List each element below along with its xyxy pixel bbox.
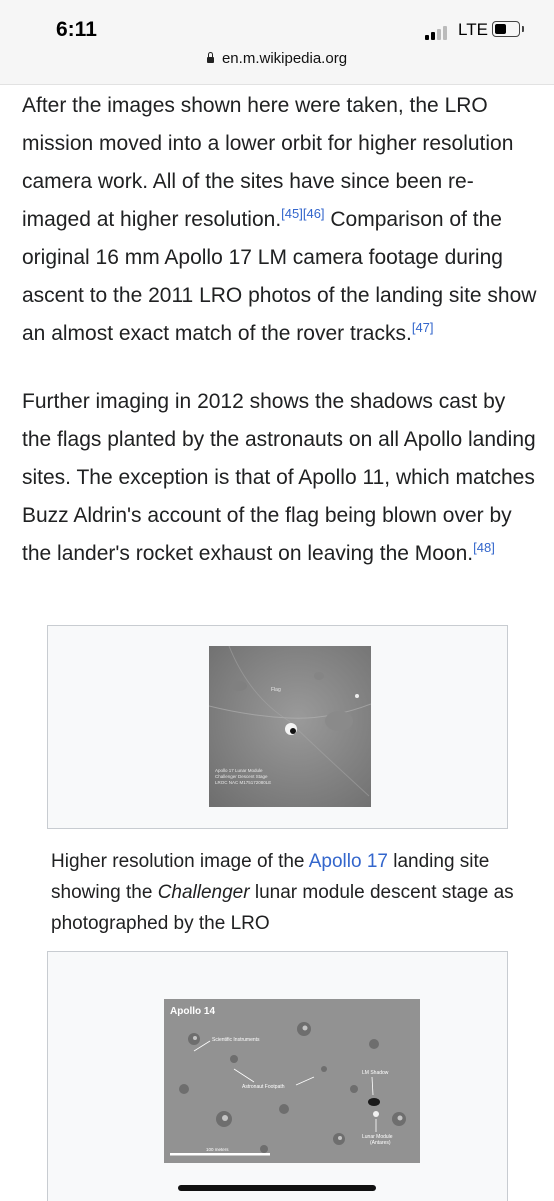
image-label: Challenger Descent Stage: [215, 774, 268, 779]
image-label: LROC NAC M175172080LE: [215, 780, 271, 785]
image-label: Apollo 17 Lunar Module: [215, 768, 263, 773]
home-indicator[interactable]: [178, 1185, 376, 1191]
address-bar[interactable]: en.m.wikipedia.org: [0, 50, 554, 67]
caption-italic: Challenger: [157, 882, 250, 903]
image-label: Astronaut Footpath: [242, 1084, 285, 1090]
lock-icon: [206, 52, 214, 63]
battery-icon: [492, 21, 524, 37]
image-label: (Antares): [370, 1140, 391, 1146]
figure-caption-1: Higher resolution image of the Apollo 17…: [51, 846, 531, 939]
scale-bar: [170, 1153, 270, 1156]
cellular-signal-icon: [425, 24, 455, 40]
image-label: Scientific Instruments: [212, 1037, 260, 1043]
article-paragraph-1: After the images shown here were taken, …: [22, 87, 538, 353]
caption-text: Higher resolution image of the: [51, 851, 309, 872]
network-type: LTE: [458, 20, 488, 39]
citation-link[interactable]: [48]: [473, 540, 495, 555]
url-text: en.m.wikipedia.org: [221, 50, 348, 67]
image-label: LM Shadow: [362, 1070, 389, 1076]
paragraph-text: Further imaging in 2012 shows the shadow…: [22, 390, 536, 565]
article-paragraph-2: Further imaging in 2012 shows the shadow…: [22, 383, 538, 573]
apollo-14-lro-image[interactable]: Apollo 14 Scientific Instruments Astrona…: [164, 999, 420, 1163]
apollo-17-lro-image[interactable]: Flag Apollo 17 Lunar Module Challenger D…: [209, 646, 371, 807]
citation-link[interactable]: [45][46]: [281, 206, 324, 221]
image-title: Apollo 14: [170, 1006, 215, 1017]
browser-status-bar: 6:11 LTE en.m.wikipedia.org: [0, 0, 554, 85]
image-label: Flag: [271, 687, 281, 693]
citation-link[interactable]: [47]: [412, 320, 434, 335]
status-time: 6:11: [56, 18, 97, 41]
scale-label: 100 meters: [206, 1147, 229, 1152]
apollo-17-link[interactable]: Apollo 17: [309, 851, 388, 872]
